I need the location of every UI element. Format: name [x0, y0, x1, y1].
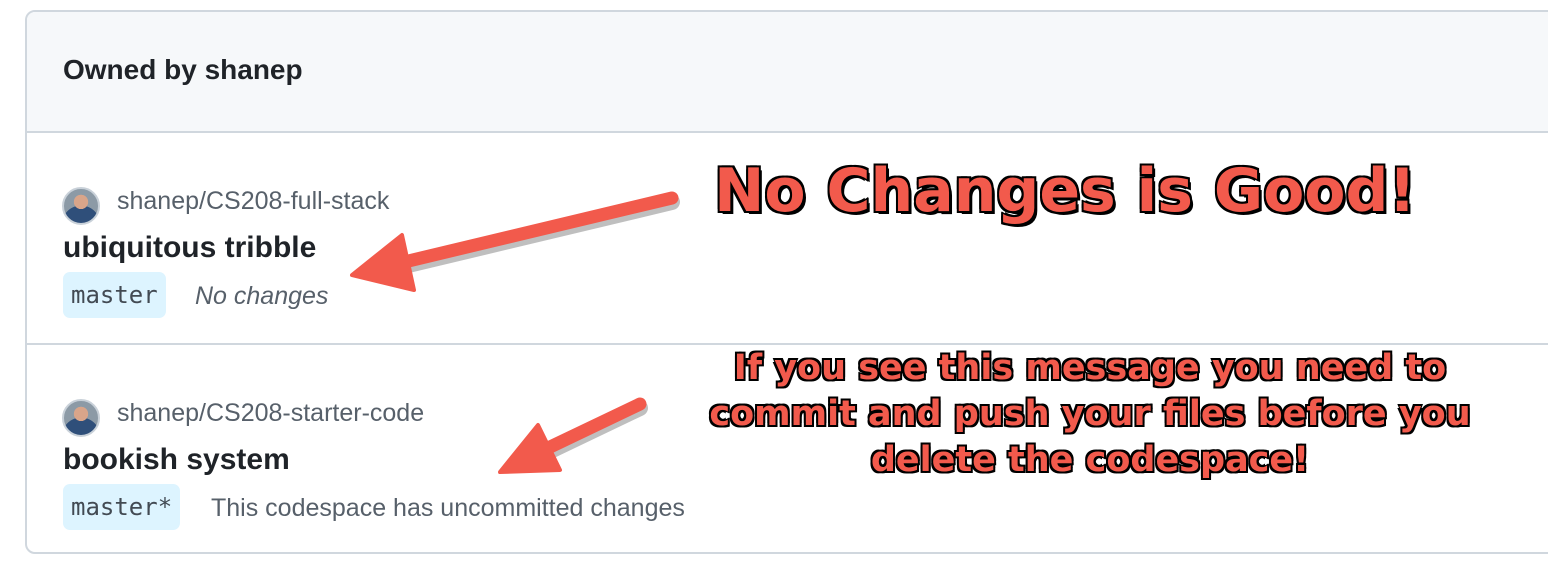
annotation-warning: If you see this message you need to comm…	[708, 347, 1471, 481]
arrow-icon	[350, 191, 680, 292]
arrow-icon	[498, 397, 648, 474]
annotation-headline: No Changes is Good!	[713, 155, 1418, 228]
